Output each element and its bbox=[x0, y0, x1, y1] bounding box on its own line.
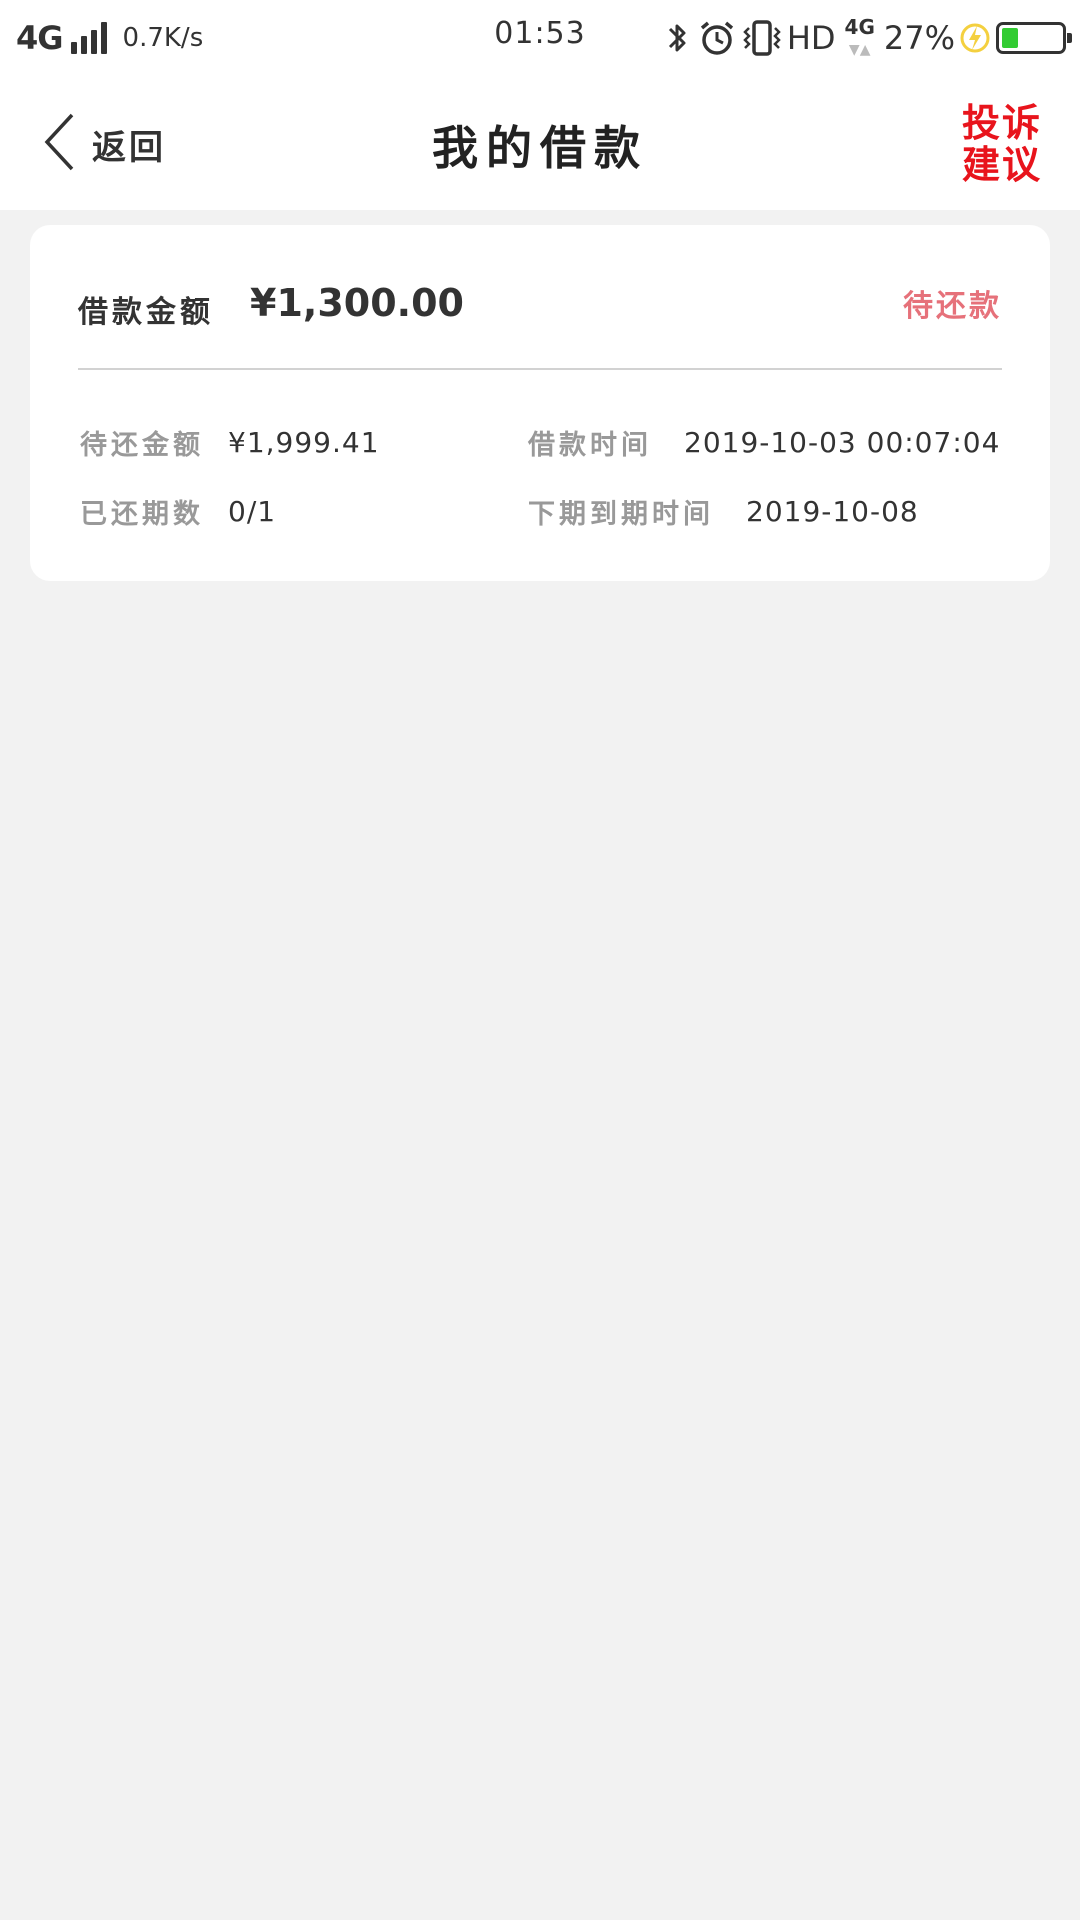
loan-card[interactable]: 借款金额 ¥1,300.00 待还款 待还金额 ¥1,999.41 借款时间 2… bbox=[30, 225, 1050, 581]
loan-time-value: 2019-10-03 00:07:04 bbox=[684, 425, 1001, 459]
due-time-value: 2019-10-08 bbox=[746, 494, 919, 528]
due-time-row: 下期到期时间 2019-10-08 bbox=[528, 491, 919, 531]
status-right: HD 4G ▼▲ 27% bbox=[664, 14, 1072, 62]
loan-amount-value: ¥1,300.00 bbox=[250, 281, 464, 325]
due-time-label: 下期到期时间 bbox=[528, 498, 714, 530]
vibrate-icon bbox=[742, 18, 782, 58]
complaint-label-line1: 投诉 bbox=[961, 100, 1042, 145]
pending-amount-value: ¥1,999.41 bbox=[228, 425, 380, 459]
data-arrows-icon: ▼▲ bbox=[848, 41, 871, 58]
battery-nub bbox=[1067, 33, 1072, 43]
periods-value: 0/1 bbox=[228, 494, 277, 528]
loan-card-header: 借款金额 ¥1,300.00 待还款 bbox=[78, 225, 1002, 370]
net-small-indicator: 4G ▼▲ bbox=[845, 17, 875, 60]
pending-amount-row: 待还金额 ¥1,999.41 bbox=[80, 422, 380, 462]
nav-bar: 返回 我的借款 投诉 建议 bbox=[0, 76, 1080, 210]
complaint-button[interactable]: 投诉 建议 bbox=[960, 102, 1044, 186]
net-small-label: 4G bbox=[844, 14, 875, 39]
battery-icon bbox=[996, 22, 1072, 54]
status-bar: 4G 0.7K/s 01:53 HD 4G ▼▲ 27% bbox=[0, 0, 1080, 76]
hd-indicator: HD bbox=[786, 19, 836, 57]
loan-time-row: 借款时间 2019-10-03 00:07:04 bbox=[528, 422, 1000, 462]
pending-amount-label: 待还金额 bbox=[80, 429, 204, 461]
status-badge: 待还款 bbox=[903, 289, 1002, 324]
loan-time-label: 借款时间 bbox=[528, 429, 652, 461]
battery-percent: 27% bbox=[883, 19, 955, 57]
charging-icon bbox=[960, 21, 990, 55]
periods-row: 已还期数 0/1 bbox=[80, 491, 276, 531]
battery-fill bbox=[1002, 28, 1018, 48]
alarm-icon bbox=[698, 19, 736, 57]
page-title: 我的借款 bbox=[432, 121, 648, 175]
loan-amount-label: 借款金额 bbox=[78, 295, 214, 330]
complaint-label-line2: 建议 bbox=[961, 142, 1042, 187]
periods-label: 已还期数 bbox=[80, 498, 204, 530]
bluetooth-icon bbox=[664, 19, 692, 57]
